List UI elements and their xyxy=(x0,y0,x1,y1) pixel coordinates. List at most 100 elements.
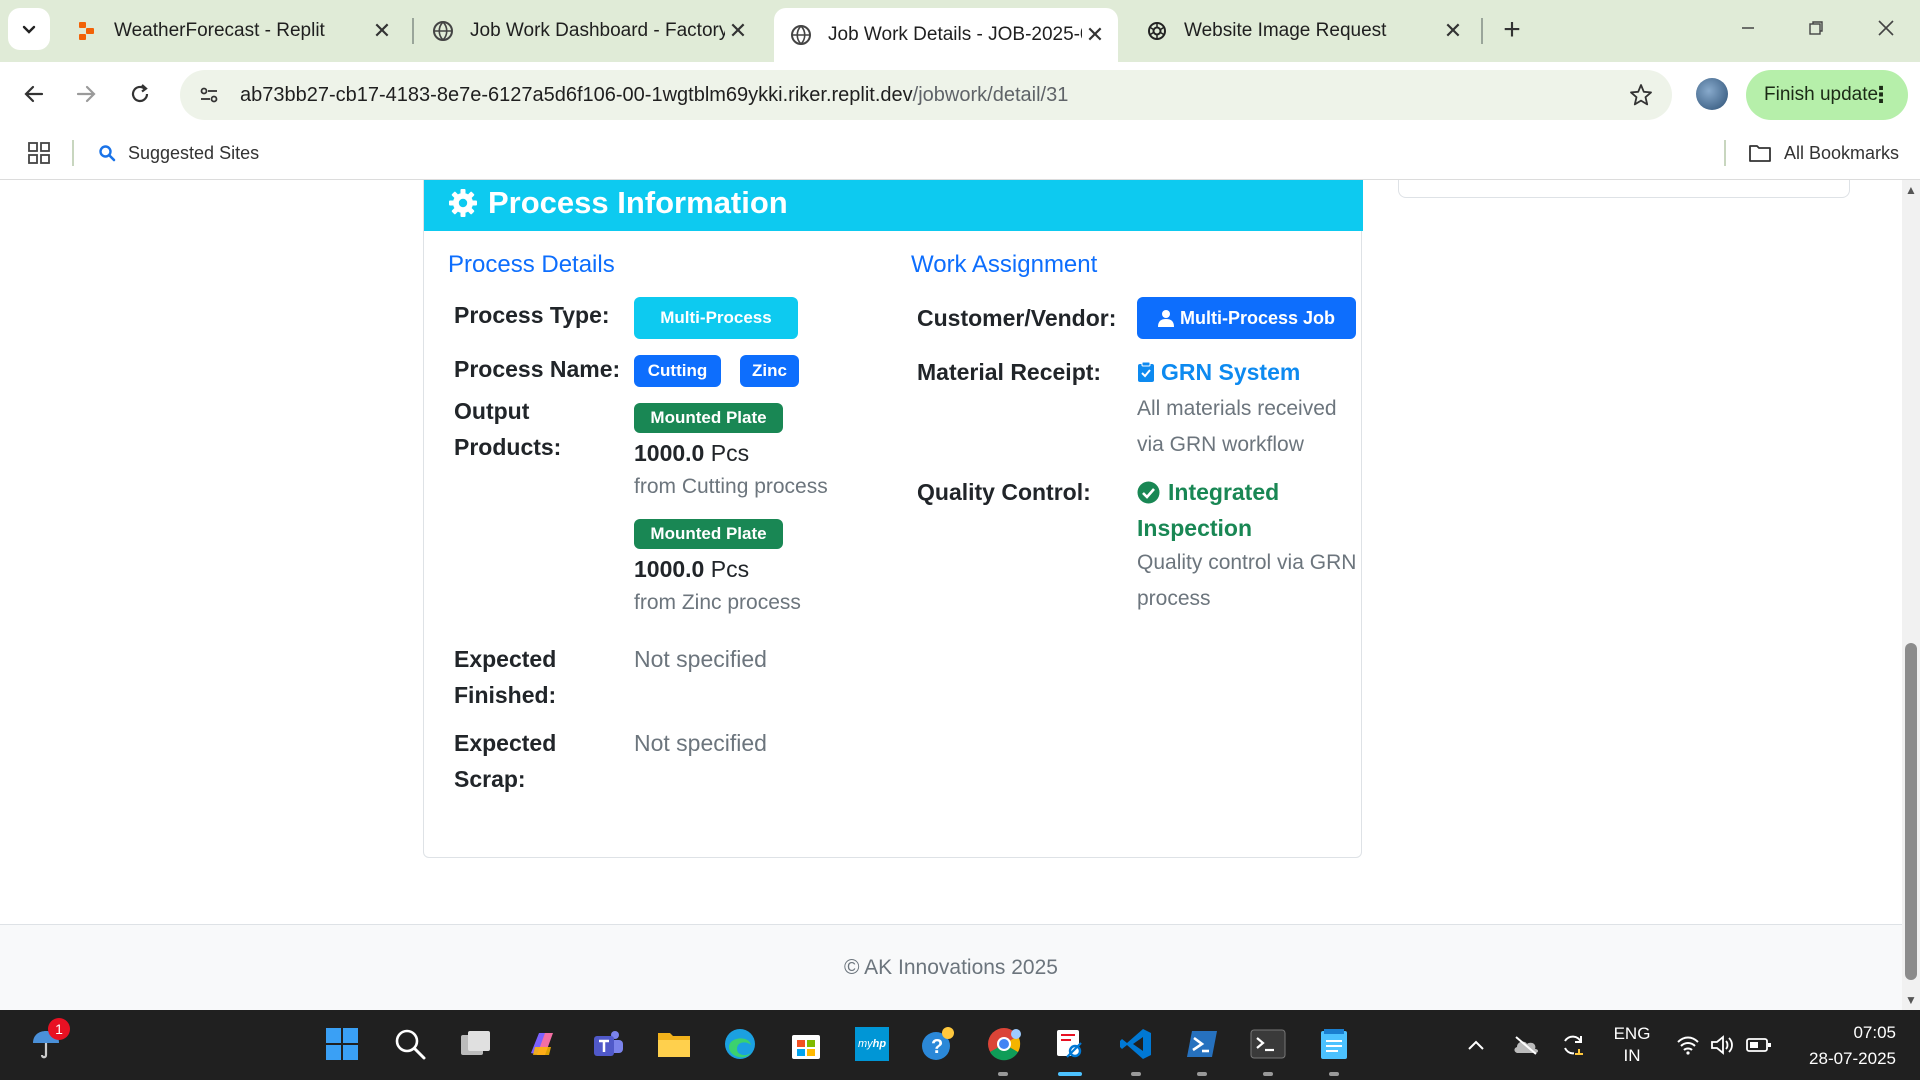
notepad-icon xyxy=(1321,1029,1347,1059)
chevron-up-icon xyxy=(1468,1040,1484,1050)
folder-icon xyxy=(658,1033,690,1057)
reload-button[interactable] xyxy=(118,72,162,116)
finish-update-button[interactable]: Finish update ⋮ xyxy=(1746,70,1908,120)
terminal-app[interactable] xyxy=(1248,1024,1288,1064)
scroll-thumb[interactable] xyxy=(1905,643,1917,980)
customer-vendor-button[interactable]: Multi-Process Job xyxy=(1137,297,1356,339)
page-scrollbar[interactable]: ▲ ▼ xyxy=(1902,180,1920,1010)
close-icon[interactable]: ✕ xyxy=(1440,18,1466,44)
app-running-indicator xyxy=(1197,1072,1207,1076)
address-bar[interactable]: ab73bb27-cb17-4183-8e7e-6127a5d6f106-00-… xyxy=(180,70,1672,120)
search-icon xyxy=(99,145,116,162)
task-view-button[interactable] xyxy=(456,1024,496,1064)
arrow-left-icon xyxy=(24,85,44,103)
notepad-app[interactable] xyxy=(1314,1024,1354,1064)
onedrive-tray[interactable] xyxy=(1512,1010,1540,1080)
url-text[interactable]: ab73bb27-cb17-4183-8e7e-6127a5d6f106-00-… xyxy=(240,84,1068,107)
copilot-icon xyxy=(531,1033,553,1055)
qc-value-text: Integrated xyxy=(1168,479,1280,505)
note-line: All materials received xyxy=(1137,397,1337,420)
close-icon[interactable]: ✕ xyxy=(369,18,395,44)
back-button[interactable] xyxy=(12,72,56,116)
scroll-down-arrow-icon[interactable]: ▼ xyxy=(1905,994,1917,1006)
chrome-icon xyxy=(988,1028,1021,1061)
output-quantity: 1000.0 Pcs xyxy=(634,440,749,467)
chrome-app[interactable] xyxy=(984,1024,1024,1064)
battery-icon xyxy=(1746,1038,1771,1052)
close-icon[interactable]: ✕ xyxy=(1082,22,1108,48)
search-icon xyxy=(395,1029,426,1060)
tab-job-work-details[interactable]: Job Work Details - JOB-2025-00 ✕ xyxy=(774,8,1118,62)
clipboard-check-icon xyxy=(1138,361,1154,382)
quality-control-note: Quality control via GRN process xyxy=(1137,545,1356,617)
quality-control-label: Quality Control: xyxy=(917,479,1091,505)
microsoft-store-app[interactable] xyxy=(786,1024,826,1064)
taskbar-clock[interactable]: 07:05 28-07-2025 xyxy=(1792,1020,1896,1072)
quantity-value: 1000.0 xyxy=(634,556,705,582)
close-window-button[interactable] xyxy=(1856,8,1916,48)
help-icon: ? xyxy=(922,1027,954,1060)
process-name-badge-zinc: Zinc xyxy=(740,355,799,387)
region-code: IN xyxy=(1623,1046,1641,1065)
clock-time: 07:05 xyxy=(1853,1023,1896,1042)
material-note: All materials received via GRN workflow xyxy=(1137,391,1337,463)
powershell-icon xyxy=(1187,1031,1217,1057)
output-quantity: 1000.0 Pcs xyxy=(634,556,749,583)
start-button[interactable] xyxy=(322,1024,362,1064)
get-help-app[interactable]: ? xyxy=(918,1024,958,1064)
more-menu-icon[interactable]: ⋮ xyxy=(1870,82,1892,108)
teams-app[interactable] xyxy=(588,1024,628,1064)
bookmark-label: All Bookmarks xyxy=(1784,142,1900,163)
copilot-app[interactable] xyxy=(522,1024,562,1064)
qc-value-line: Integrated xyxy=(1137,474,1279,510)
output-product-badge: Mounted Plate xyxy=(634,519,783,549)
chatgpt-icon xyxy=(1146,20,1168,42)
tab-job-work-dashboard[interactable]: Job Work Dashboard - Factory M ✕ xyxy=(416,10,761,52)
minimize-icon xyxy=(1742,27,1754,29)
page-viewport: Process Information Process Details Proc… xyxy=(0,180,1902,1010)
forward-button[interactable] xyxy=(64,72,108,116)
browser-tab-bar: WeatherForecast - Replit ✕ Job Work Dash… xyxy=(0,0,1920,62)
vscode-app[interactable] xyxy=(1116,1024,1156,1064)
sync-tray[interactable] xyxy=(1560,1010,1586,1080)
app-running-indicator xyxy=(1263,1072,1273,1076)
gear-icon xyxy=(449,189,477,217)
snipping-tool-app[interactable] xyxy=(1050,1024,1090,1064)
grn-system-text: GRN System xyxy=(1161,358,1301,385)
file-explorer-app[interactable] xyxy=(654,1024,694,1064)
windows-icon xyxy=(326,1028,358,1060)
restore-button[interactable] xyxy=(1786,8,1846,48)
bookmark-star-icon[interactable] xyxy=(1628,82,1654,108)
edge-icon xyxy=(725,1029,755,1059)
search-button[interactable] xyxy=(390,1024,430,1064)
note-line: via GRN workflow xyxy=(1137,433,1304,456)
grn-system-link[interactable]: GRN System xyxy=(1137,354,1300,390)
tab-title: Job Work Details - JOB-2025-00 xyxy=(828,24,1082,45)
bookmark-suggested-sites[interactable]: Suggested Sites xyxy=(98,140,259,166)
myhp-app[interactable]: my hp xyxy=(852,1024,892,1064)
edge-app[interactable] xyxy=(720,1024,760,1064)
notification-badge: 1 xyxy=(48,1018,70,1040)
language-indicator[interactable]: ENG IN xyxy=(1612,1010,1652,1080)
restore-icon xyxy=(1809,21,1823,35)
close-icon[interactable]: ✕ xyxy=(725,18,751,44)
all-bookmarks-button[interactable]: All Bookmarks xyxy=(1748,140,1899,166)
profile-avatar[interactable] xyxy=(1696,78,1728,110)
scroll-up-arrow-icon[interactable]: ▲ xyxy=(1905,184,1917,196)
bookmark-separator xyxy=(72,140,74,166)
tab-website-image-request[interactable]: Website Image Request ✕ xyxy=(1130,10,1476,52)
network-volume-battery[interactable] xyxy=(1676,1010,1772,1080)
label-line: Finished: xyxy=(454,682,557,708)
powershell-app[interactable] xyxy=(1182,1024,1222,1064)
show-hidden-icons[interactable] xyxy=(1466,1010,1486,1080)
arrow-right-icon xyxy=(76,85,96,103)
tab-weatherforecast[interactable]: WeatherForecast - Replit ✕ xyxy=(60,10,405,52)
minimize-button[interactable] xyxy=(1718,8,1778,48)
windows-taskbar: 1 my hp ? ENG IN 07:05 28-07-2025 xyxy=(0,1010,1920,1080)
label-line: Scrap: xyxy=(454,766,526,792)
tab-search-button[interactable] xyxy=(8,8,50,50)
weather-widget[interactable]: 1 xyxy=(26,1018,70,1064)
apps-grid-icon[interactable] xyxy=(28,142,50,169)
site-settings-icon[interactable] xyxy=(192,78,226,112)
new-tab-button[interactable]: + xyxy=(1494,12,1530,48)
